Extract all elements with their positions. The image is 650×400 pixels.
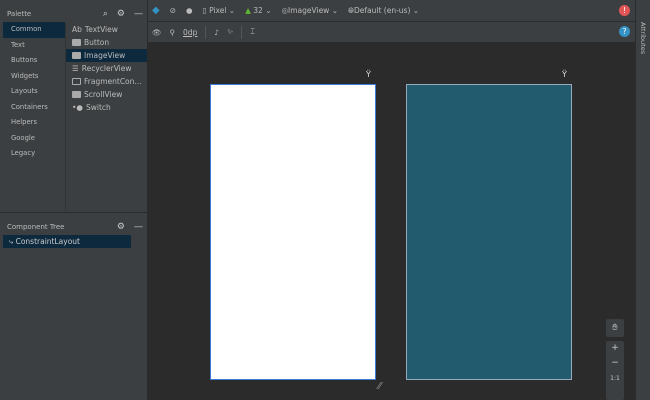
category-layouts[interactable]: Layouts: [3, 84, 65, 100]
android-icon: ▲: [245, 6, 251, 15]
resize-handle-icon[interactable]: ⁄⁄: [378, 381, 381, 392]
api-dropdown[interactable]: ▲ 32 ⌄: [245, 6, 271, 15]
tree-item-constraintlayout[interactable]: ⤷ ConstraintLayout: [3, 235, 131, 248]
layers-icon[interactable]: ◆: [152, 5, 160, 16]
autoconnect-icon[interactable]: ⚲: [170, 28, 176, 37]
gear-icon[interactable]: ⚙: [117, 222, 125, 232]
palette-items: Ab TextView Button ImageView ☰ RecyclerVie…: [65, 23, 147, 211]
category-widgets[interactable]: Widgets: [3, 69, 65, 85]
list-icon: ☰: [72, 64, 79, 73]
category-containers[interactable]: Containers: [3, 100, 65, 116]
design-toolbar: ◆ ⊘ ● ▯ Pixel ⌄ ▲ 32 ⌄ ◎ImageView ⌄ 🌐︎De…: [148, 0, 635, 22]
design-preview[interactable]: [210, 84, 376, 380]
zoom-actual-size-button[interactable]: 1:1: [606, 371, 624, 386]
theme-dropdown[interactable]: ◎ImageView ⌄: [281, 6, 338, 15]
search-icon[interactable]: ⌕: [103, 9, 108, 19]
palette-item-imageview[interactable]: ImageView: [66, 49, 147, 62]
pan-button[interactable]: ✋︎: [606, 319, 624, 337]
clear-constraints-icon[interactable]: ♪: [214, 28, 219, 37]
image-icon: [72, 52, 81, 59]
constraint-toolbar: 👁︎ ⚲ 0dp ♪ ✨︎ ⌶ ?: [148, 22, 635, 42]
minimize-icon[interactable]: —: [134, 9, 143, 19]
category-text[interactable]: Text: [3, 38, 65, 54]
palette-item-recyclerview[interactable]: ☰ RecyclerView: [66, 62, 147, 75]
palette-item-button[interactable]: Button: [66, 36, 147, 49]
scrollview-icon: [72, 91, 81, 98]
divider: [205, 25, 207, 39]
zoom-controls: + − 1:1: [606, 341, 624, 400]
component-tree-title: Component Tree: [7, 223, 65, 231]
palette-header: Palette ⌕ ⚙ —: [0, 5, 147, 23]
switch-icon: •●: [72, 103, 83, 112]
attributes-tab[interactable]: Attributes: [639, 22, 647, 54]
category-buttons[interactable]: Buttons: [3, 53, 65, 69]
zoom-out-button[interactable]: −: [606, 356, 624, 371]
blueprint-preview[interactable]: [406, 84, 572, 380]
category-common[interactable]: Common: [3, 22, 65, 38]
minimize-icon[interactable]: —: [134, 222, 143, 232]
divider: [241, 25, 243, 39]
orientation-icon[interactable]: ⊘: [170, 6, 176, 15]
component-tree-header: Component Tree ⚙ —: [0, 218, 147, 236]
left-panel: Palette ⌕ ⚙ — Common Text Buttons Widgets …: [0, 0, 148, 400]
default-margin-field[interactable]: 0dp: [183, 28, 197, 37]
pin-icon[interactable]: Ÿ: [562, 70, 567, 79]
right-tool-strip: Attributes: [635, 0, 650, 400]
infer-constraints-icon[interactable]: ✨︎: [227, 27, 233, 37]
divider: [0, 212, 147, 213]
category-google[interactable]: Google: [3, 131, 65, 147]
view-options-icon[interactable]: 👁︎: [152, 28, 162, 37]
zoom-in-button[interactable]: +: [606, 341, 624, 356]
error-icon[interactable]: !: [619, 5, 630, 16]
help-icon[interactable]: ?: [619, 26, 630, 37]
device-dropdown[interactable]: ▯ Pixel ⌄: [203, 6, 236, 15]
textview-icon: Ab: [72, 25, 82, 34]
palette-item-scrollview[interactable]: ScrollView: [66, 88, 147, 101]
gear-icon[interactable]: ⚙: [117, 9, 125, 19]
locale-dropdown[interactable]: 🌐︎Default (en-us) ⌄: [348, 6, 419, 16]
category-helpers[interactable]: Helpers: [3, 115, 65, 131]
fragment-icon: [72, 78, 81, 85]
palette-title: Palette: [7, 10, 32, 18]
palette-item-switch[interactable]: •● Switch: [66, 101, 147, 114]
button-icon: [72, 39, 81, 46]
palette-item-fragmentcontainer[interactable]: FragmentCon...: [66, 75, 147, 88]
palette-categories: Common Text Buttons Widgets Layouts Cont…: [3, 22, 65, 162]
pin-icon[interactable]: Ÿ: [366, 70, 371, 79]
constraint-icon: ⤷: [9, 237, 16, 246]
guidelines-icon[interactable]: ⌶: [250, 27, 255, 37]
night-mode-icon[interactable]: ●: [186, 6, 193, 15]
palette-item-textview[interactable]: Ab TextView: [66, 23, 147, 36]
category-legacy[interactable]: Legacy: [3, 146, 65, 162]
